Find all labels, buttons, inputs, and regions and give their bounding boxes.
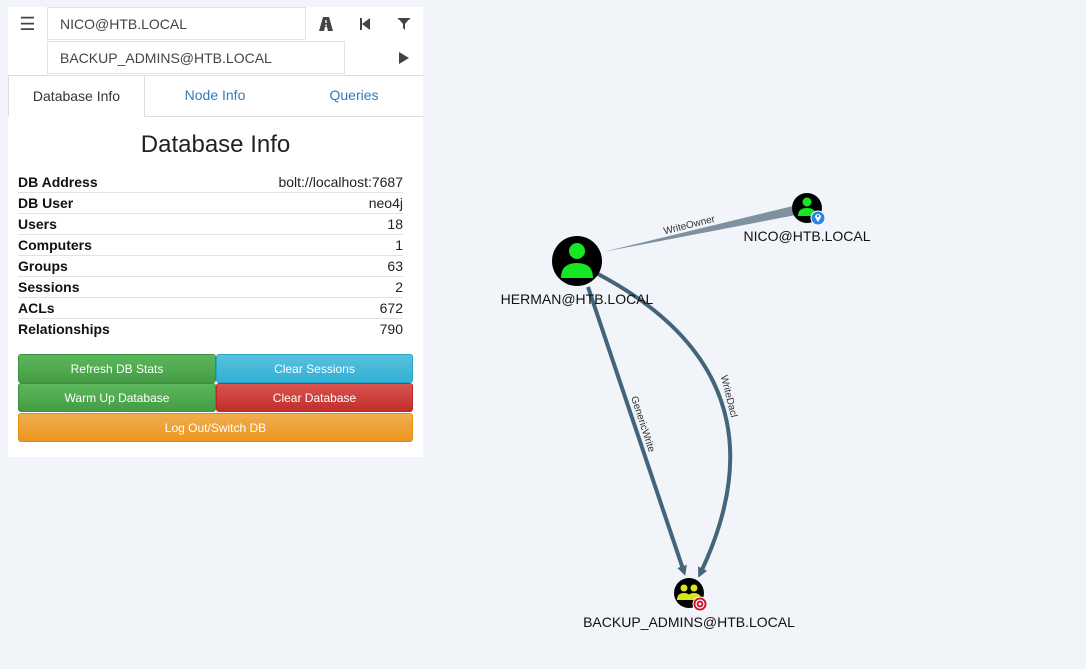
hamburger-icon: ☰	[19, 13, 36, 34]
stat-label: Sessions	[18, 279, 80, 295]
stat-value: 18	[387, 216, 403, 232]
node-label-herman: HERMAN@HTB.LOCAL	[500, 291, 654, 307]
panel-tabs: Database Info Node Info Queries	[8, 75, 423, 117]
stat-label: Computers	[18, 237, 92, 253]
refresh-db-stats-button[interactable]: Refresh DB Stats	[18, 354, 216, 383]
stat-label: ACLs	[18, 300, 55, 316]
database-stats-table: DB Address bolt://localhost:7687 DB User…	[18, 172, 403, 340]
tab-node-info[interactable]: Node Info	[145, 75, 285, 116]
logout-switch-db-button[interactable]: Log Out/Switch DB	[18, 413, 413, 442]
stat-value: 672	[379, 300, 403, 316]
side-panel: ☰ NICO@HTB.LOCAL BACKUP_ADMINS@HTB.LOCAL…	[8, 7, 423, 457]
stat-value: bolt://localhost:7687	[278, 174, 403, 190]
start-node-marker-icon	[810, 210, 826, 226]
edge-writedacl[interactable]	[597, 272, 733, 578]
node-label-backup-admins: BACKUP_ADMINS@HTB.LOCAL	[583, 614, 795, 630]
stat-label: DB User	[18, 195, 74, 211]
stat-label: Users	[18, 216, 57, 232]
node-herman[interactable]	[552, 236, 602, 286]
node-nico[interactable]	[792, 193, 826, 226]
stat-value: 63	[387, 258, 403, 274]
play-button[interactable]	[384, 41, 423, 74]
node-label-nico: NICO@HTB.LOCAL	[743, 228, 871, 244]
stat-row-sessions: Sessions 2	[18, 277, 403, 298]
warm-up-database-button[interactable]: Warm Up Database	[18, 383, 216, 412]
stat-value: neo4j	[368, 195, 403, 211]
target-node-search-row	[8, 41, 423, 76]
stat-row-computers: Computers 1	[18, 235, 403, 256]
stat-label: DB Address	[18, 174, 98, 190]
stat-value: 2	[395, 279, 403, 295]
back-button[interactable]	[345, 7, 384, 40]
stat-label: Relationships	[18, 321, 110, 337]
node-backup-admins[interactable]	[674, 578, 708, 612]
clear-database-button[interactable]: Clear Database	[216, 383, 413, 412]
target-node-marker-icon	[692, 596, 708, 612]
start-node-search-row: ☰	[8, 7, 423, 41]
step-backward-icon	[359, 17, 370, 30]
tab-queries[interactable]: Queries	[285, 75, 423, 116]
stat-value: 1	[395, 237, 403, 253]
user-icon	[569, 243, 585, 259]
pathfinding-button[interactable]	[306, 7, 345, 40]
play-icon	[398, 51, 409, 64]
user-icon	[802, 197, 812, 207]
stat-row-users: Users 18	[18, 214, 403, 235]
start-node-search-input[interactable]	[47, 7, 306, 40]
stat-value: 790	[379, 321, 403, 337]
filter-button[interactable]	[384, 7, 423, 40]
stat-row-acls: ACLs 672	[18, 298, 403, 319]
stat-row-groups: Groups 63	[18, 256, 403, 277]
tab-database-info[interactable]: Database Info	[8, 75, 145, 117]
database-info-title: Database Info	[140, 131, 291, 158]
clear-sessions-button[interactable]: Clear Sessions	[216, 354, 413, 383]
stat-row-db-address: DB Address bolt://localhost:7687	[18, 172, 403, 193]
stat-row-relationships: Relationships 790	[18, 319, 403, 340]
stat-label: Groups	[18, 258, 68, 274]
target-node-search-input[interactable]	[47, 41, 345, 74]
edge-genericwrite[interactable]	[586, 286, 687, 576]
menu-button[interactable]: ☰	[8, 7, 47, 41]
filter-icon	[397, 17, 410, 30]
stat-row-db-user: DB User neo4j	[18, 193, 403, 214]
road-icon	[318, 16, 333, 31]
